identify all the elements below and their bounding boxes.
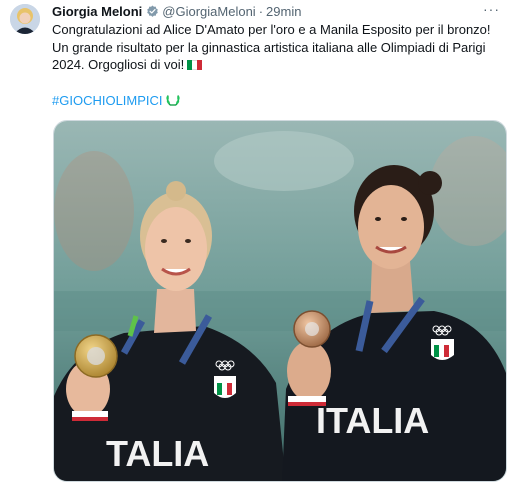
author-name[interactable]: Giorgia Meloni <box>52 4 142 19</box>
author-handle[interactable]: @GiorgiaMeloni <box>162 4 255 19</box>
laurel-wreath-icon <box>165 95 180 106</box>
tweet-body: Congratulazioni ad Alice D'Amato per l'o… <box>52 22 491 72</box>
tweet-timestamp[interactable]: 29min <box>266 4 301 19</box>
tweet-card[interactable]: Giorgia Meloni @GiorgiaMeloni · 29min ··… <box>0 0 512 487</box>
hashtag-link[interactable]: #GIOCHIOLIMPICI <box>52 93 163 108</box>
photo-athletes-podium: TALIA ITALIA <box>54 121 506 481</box>
avatar[interactable] <box>10 4 40 34</box>
more-options-icon[interactable]: ··· <box>483 1 500 17</box>
tweet-header: Giorgia Meloni @GiorgiaMeloni · 29min <box>52 3 301 19</box>
jersey-text-right: ITALIA <box>316 400 429 441</box>
jersey-text-left: TALIA <box>106 433 209 474</box>
italy-flag-icon <box>187 57 203 70</box>
hashtag-line: #GIOCHIOLIMPICI <box>52 92 181 108</box>
verified-badge-icon <box>147 5 159 17</box>
separator-dot: · <box>258 3 264 19</box>
tweet-photo[interactable]: TALIA ITALIA <box>53 120 507 482</box>
tweet-text: Congratulazioni ad Alice D'Amato per l'o… <box>52 21 508 74</box>
